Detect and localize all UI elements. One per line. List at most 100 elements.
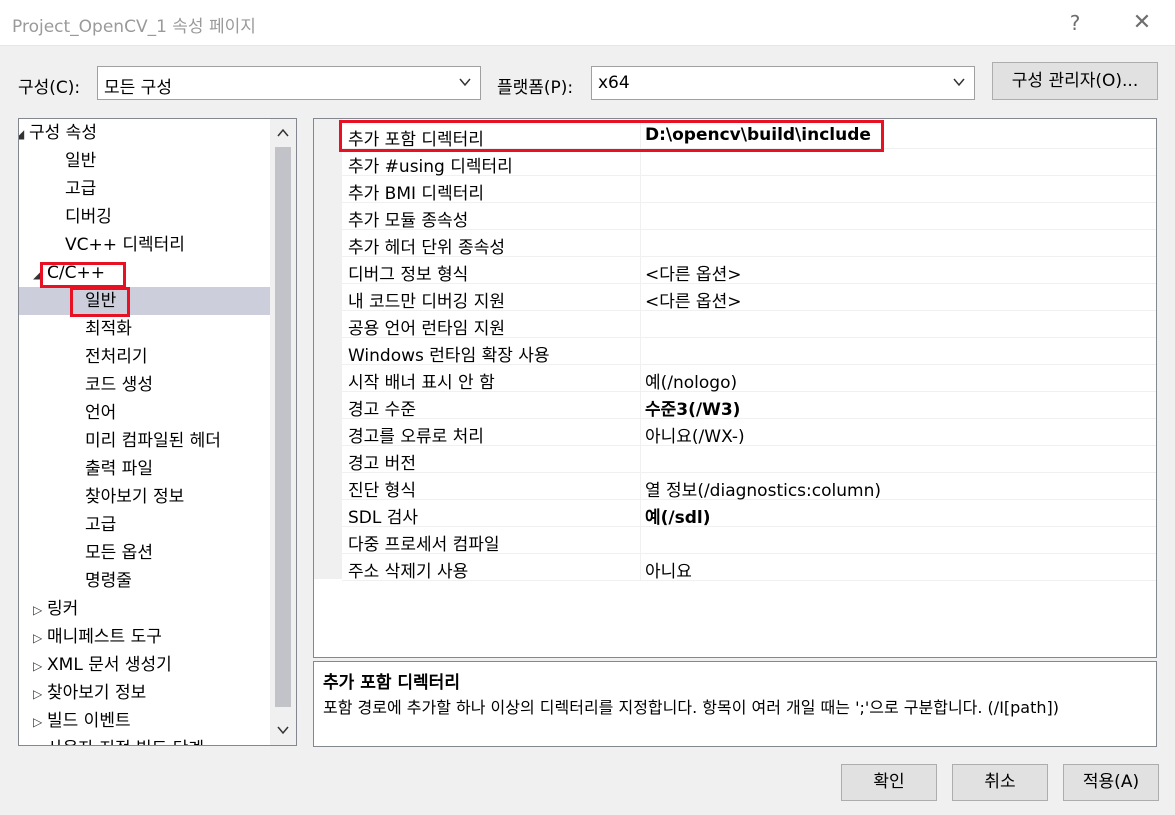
property-value[interactable]: 예(/sdl)	[645, 503, 711, 528]
tree-item[interactable]: ▷ 찾아보기 정보	[33, 679, 146, 707]
tree-item-label: 미리 컴파일된 헤더	[85, 431, 221, 451]
property-row[interactable]: 내 코드만 디버깅 지원 <다른 옵션>	[342, 284, 1156, 312]
expand-arrow-icon[interactable]: ▷	[33, 736, 47, 745]
property-name: 진단 형식	[348, 481, 416, 501]
tree-item[interactable]: 출력 파일	[85, 455, 153, 483]
scroll-thumb[interactable]	[275, 147, 291, 707]
tree-item[interactable]: 찾아보기 정보	[85, 483, 184, 511]
column-divider	[640, 419, 641, 446]
property-row[interactable]: 경고 버전	[342, 446, 1156, 474]
property-row[interactable]: Windows 런타임 확장 사용	[342, 338, 1156, 366]
tree-item-label: 찾아보기 정보	[47, 683, 147, 703]
property-name: 시작 배너 표시 안 함	[348, 373, 495, 393]
property-value[interactable]: <다른 옵션>	[645, 260, 741, 285]
property-row[interactable]: SDL 검사 예(/sdl)	[342, 500, 1156, 528]
tree-item[interactable]: ▷ 매니페스트 도구	[33, 623, 162, 651]
tree-item[interactable]: ▷ XML 문서 생성기	[33, 651, 172, 679]
column-divider	[640, 554, 641, 581]
property-grid[interactable]: 추가 포함 디렉터리 D:\opencv\build\include 추가 #usi…	[313, 118, 1157, 658]
property-row[interactable]: 공용 언어 런타임 지원	[342, 311, 1156, 339]
ok-button[interactable]: 확인	[841, 764, 937, 801]
tree-item[interactable]: 모든 옵션	[85, 539, 153, 567]
property-row[interactable]: 다중 프로세서 컴파일	[342, 527, 1156, 555]
expand-arrow-icon[interactable]: ▷	[33, 652, 47, 680]
configuration-manager-button[interactable]: 구성 관리자(O)...	[992, 62, 1158, 100]
description-panel: 추가 포함 디렉터리 포함 경로에 추가할 하나 이상의 디렉터리를 지정합니다…	[313, 661, 1157, 747]
property-name: 추가 포함 디렉터리	[348, 130, 484, 150]
chevron-down-icon	[953, 78, 965, 87]
scroll-down-icon[interactable]	[276, 723, 290, 737]
apply-button[interactable]: 적용(A)	[1063, 764, 1159, 801]
scroll-up-icon[interactable]	[276, 126, 290, 140]
help-button[interactable]: ?	[1055, 8, 1095, 38]
close-button[interactable]: ✕	[1122, 8, 1162, 38]
expand-arrow-icon[interactable]: ▷	[33, 708, 47, 736]
tree-item[interactable]: 전처리기	[85, 343, 148, 371]
tree-scrollbar[interactable]	[270, 119, 296, 745]
configuration-dropdown[interactable]: 모든 구성	[97, 66, 481, 100]
property-row[interactable]: 추가 #using 디렉터리	[342, 149, 1156, 177]
property-row[interactable]: 주소 삭제기 사용 아니요	[342, 554, 1156, 582]
property-value[interactable]: D:\opencv\build\include	[645, 125, 871, 145]
property-tree[interactable]: ◢구성 속성일반고급디버깅VC++ 디렉터리◢C/C++일반최적화전처리기코드 …	[18, 118, 297, 746]
property-value[interactable]: 수준3(/W3)	[645, 395, 740, 420]
property-value[interactable]: 아니요	[645, 557, 692, 582]
tree-item[interactable]: 미리 컴파일된 헤더	[85, 427, 221, 455]
chevron-down-icon	[459, 78, 471, 87]
expand-arrow-icon[interactable]: ▷	[33, 624, 47, 652]
column-divider	[640, 149, 641, 176]
column-divider	[640, 176, 641, 203]
tree-item[interactable]: 코드 생성	[85, 371, 153, 399]
property-row[interactable]: 추가 포함 디렉터리 D:\opencv\build\include	[342, 122, 1156, 150]
tree-item-label: 사용자 지정 빌드 단계	[47, 739, 204, 745]
tree-item-label: C/C++	[47, 263, 105, 283]
tree-item[interactable]: ◢구성 속성	[19, 119, 97, 147]
property-row[interactable]: 추가 헤더 단위 종속성	[342, 230, 1156, 258]
property-value[interactable]: 열 정보(/diagnostics:column)	[645, 476, 881, 501]
tree-item[interactable]: 명령줄	[85, 567, 132, 595]
tree-item-label: 고급	[85, 515, 117, 535]
tree-item[interactable]: 언어	[85, 399, 116, 427]
property-row[interactable]: 디버그 정보 형식 <다른 옵션>	[342, 257, 1156, 285]
column-divider	[640, 500, 641, 527]
property-value[interactable]: <다른 옵션>	[645, 287, 741, 312]
property-value[interactable]: 아니요(/WX-)	[645, 422, 745, 447]
tree-item-label: 코드 생성	[85, 375, 153, 395]
tree-item[interactable]: 최적화	[85, 315, 132, 343]
description-text: 포함 경로에 추가할 하나 이상의 디렉터리를 지정합니다. 항목이 여러 개일…	[323, 698, 1060, 717]
property-row[interactable]: 경고 수준 수준3(/W3)	[342, 392, 1156, 420]
collapse-arrow-icon[interactable]: ◢	[19, 120, 29, 148]
property-name: 추가 #using 디렉터리	[348, 157, 513, 177]
property-row[interactable]: 추가 BMI 디렉터리	[342, 176, 1156, 204]
expand-arrow-icon[interactable]: ▷	[33, 680, 47, 708]
tree-list: ◢구성 속성일반고급디버깅VC++ 디렉터리◢C/C++일반최적화전처리기코드 …	[19, 119, 271, 745]
platform-dropdown[interactable]: x64	[591, 66, 975, 100]
tree-item[interactable]: 디버깅	[65, 203, 112, 231]
tree-item-label: 최적화	[85, 319, 132, 339]
property-row[interactable]: 경고를 오류로 처리 아니요(/WX-)	[342, 419, 1156, 447]
tree-item[interactable]: VC++ 디렉터리	[65, 231, 185, 259]
column-divider	[640, 365, 641, 392]
column-divider	[640, 473, 641, 500]
platform-label: 플랫폼(P):	[497, 78, 574, 98]
property-row[interactable]: 추가 모듈 종속성	[342, 203, 1156, 231]
expand-arrow-icon[interactable]: ▷	[33, 596, 47, 624]
tree-item-label: 전처리기	[85, 347, 148, 367]
property-value[interactable]: 예(/nologo)	[645, 368, 737, 393]
property-name: 추가 모듈 종속성	[348, 211, 469, 231]
tree-item[interactable]: ◢ C/C++	[33, 259, 105, 287]
configuration-value: 모든 구성	[104, 78, 172, 98]
tree-item[interactable]: ▷ 빌드 이벤트	[33, 707, 131, 735]
tree-item[interactable]: ▷ 링커	[33, 595, 78, 623]
tree-item[interactable]: 고급	[85, 511, 116, 539]
cancel-button[interactable]: 취소	[952, 764, 1048, 801]
tree-item[interactable]: ▷사용자 지정 빌드 단계	[33, 735, 204, 745]
collapse-arrow-icon[interactable]: ◢	[33, 260, 47, 288]
property-name: 추가 헤더 단위 종속성	[348, 238, 505, 258]
tree-item[interactable]: 일반	[19, 287, 271, 315]
tree-item-label: 언어	[85, 403, 117, 423]
property-row[interactable]: 시작 배너 표시 안 함 예(/nologo)	[342, 365, 1156, 393]
tree-item[interactable]: 일반	[65, 147, 96, 175]
property-row[interactable]: 진단 형식 열 정보(/diagnostics:column)	[342, 473, 1156, 501]
tree-item[interactable]: 고급	[65, 175, 96, 203]
